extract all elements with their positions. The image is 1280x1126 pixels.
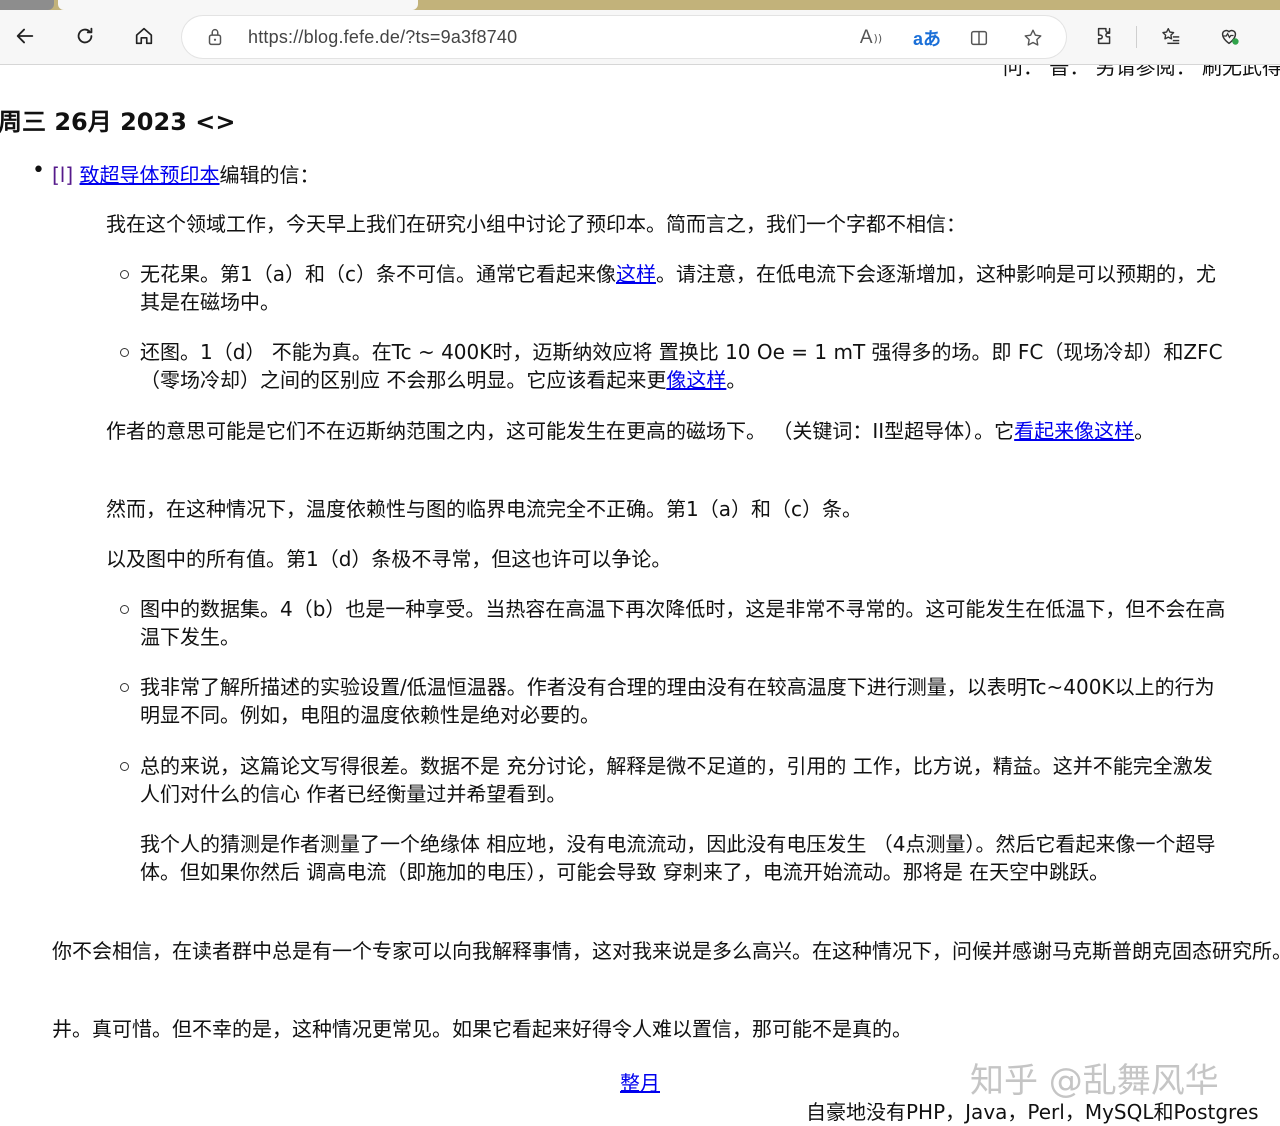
outro-paragraph: 你不会相信，在读者群中总是有一个专家可以向我解释事情，这对我来说是多么高兴。在这… — [52, 939, 1280, 963]
paragraph: 作者的意思可能是它们不在迈斯纳范围之内，这可能发生在更高的磁场下。 （关键词：I… — [106, 417, 1246, 445]
post-bullet: • — [32, 158, 45, 183]
refresh-button[interactable] — [68, 19, 102, 53]
list-item-text: 无花果。第1（a）和（c）条不可信。通常它看起来像 — [140, 262, 616, 286]
date-heading: 周三 26月 2023 <> — [0, 102, 235, 137]
web-page: 问： 普： 另请参阅： 刷无武得 周三 26月 2023 <> • [l] 致超… — [0, 65, 1280, 1126]
list-item: 无花果。第1（a）和（c）条不可信。通常它看起来像这样。请注意，在低电流下会逐渐… — [120, 260, 1230, 316]
translate-label: aあ — [912, 29, 941, 49]
circle-bullet-icon — [120, 762, 129, 771]
read-aloud-label: A — [859, 27, 873, 48]
lock-icon[interactable] — [204, 26, 226, 48]
list-item-continuation: 我个人的猜测是作者测量了一个绝缘体 相应地，没有电流流动，因此没有电压发生 （4… — [140, 832, 1216, 884]
circle-bullet-icon — [120, 683, 129, 692]
circle-bullet-icon — [120, 270, 129, 279]
footer-text: 自豪地没有PHP，Java，Perl，MySQL和Postgres — [806, 1100, 1259, 1124]
intro-paragraph: 我在这个领域工作，今天早上我们在研究小组中讨论了预印本。简而言之，我们一个字都不… — [106, 212, 966, 236]
date-text: 周三 26月 2023 — [0, 108, 187, 136]
inactive-tab[interactable] — [0, 0, 54, 10]
whole-month-link[interactable]: 整月 — [620, 1067, 660, 1096]
back-button[interactable] — [8, 19, 42, 53]
like-this-link[interactable]: 这样 — [616, 262, 656, 286]
list-item: 还图。1（d） 不能为真。在Tc ~ 400K时，迈斯纳效应将 置换比 10 O… — [120, 338, 1230, 394]
paragraph: 以及图中的所有值。第1（d）条极不寻常，但这也许可以争论。 — [106, 547, 672, 571]
url-text[interactable]: https://blog.fefe.de/?ts=9a3f8740 — [248, 27, 517, 48]
favorites-button[interactable] — [1154, 19, 1188, 53]
looks-like-this-link[interactable]: 看起来像这样 — [1014, 419, 1134, 443]
outro-paragraph: 井。真可惜。但不幸的是，这种情况更常见。如果它看起来好得令人难以置信，那可能不是… — [52, 1017, 912, 1041]
permalink[interactable]: [l] — [52, 163, 73, 187]
extensions-button[interactable] — [1088, 19, 1122, 53]
list-item-text: 。 — [726, 368, 747, 392]
list-item: 总的来说，这篇论文写得很差。数据不是 充分讨论，解释是微不足道的，引用的 工作，… — [120, 752, 1230, 808]
paragraph: 然而，在这种情况下，温度依赖性与图的临界电流完全不正确。第1（a）和（c）条。 — [106, 497, 862, 521]
preprint-link[interactable]: 致超导体预印本 — [80, 163, 220, 187]
back-arrow-icon — [16, 28, 34, 44]
address-bar[interactable]: https://blog.fefe.de/?ts=9a3f8740 A)) aあ — [182, 16, 1066, 58]
list-item-text: 我非常了解所描述的实验设置/低温恒温器。作者没有合理的理由没有在较高温度下进行测… — [140, 675, 1215, 727]
favorite-star-icon[interactable] — [1020, 25, 1046, 51]
like-this-link[interactable]: 像这样 — [666, 368, 726, 392]
zhihu-watermark: 知乎 @乱舞风华 — [970, 1061, 1219, 1101]
prev-day-link[interactable]: < — [195, 108, 215, 136]
favorites-list-icon — [1162, 27, 1180, 45]
next-day-link[interactable]: > — [215, 108, 235, 136]
active-tab[interactable] — [58, 0, 418, 10]
translate-icon[interactable]: aあ — [910, 25, 944, 51]
post-head-suffix: 编辑的信： — [219, 163, 320, 187]
list-item-text: 图中的数据集。4（b）也是一种享受。当热容在高温下再次降低时，这是非常不寻常的。… — [140, 597, 1226, 649]
split-screen-icon[interactable] — [966, 25, 992, 51]
sound-waves-icon: )) — [873, 31, 883, 45]
list-item: 图中的数据集。4（b）也是一种享受。当热容在高温下再次降低时，这是非常不寻常的。… — [120, 595, 1230, 651]
tab-strip — [0, 0, 1280, 10]
home-button[interactable] — [127, 19, 161, 53]
browser-essentials-button[interactable] — [1212, 19, 1246, 53]
post-head: [l] 致超导体预印本编辑的信： — [52, 161, 320, 189]
home-icon — [135, 27, 153, 45]
paragraph-text: 。 — [1134, 419, 1155, 443]
refresh-icon — [77, 27, 93, 44]
browser-toolbar: https://blog.fefe.de/?ts=9a3f8740 A)) aあ — [0, 10, 1280, 65]
read-aloud-icon[interactable]: A)) — [858, 25, 884, 51]
list-item: 我非常了解所描述的实验设置/低温恒温器。作者没有合理的理由没有在较高温度下进行测… — [120, 673, 1230, 729]
puzzle-icon — [1097, 27, 1111, 45]
circle-bullet-icon — [120, 348, 129, 357]
heart-pulse-icon — [1221, 29, 1239, 45]
circle-bullet-icon — [120, 605, 129, 614]
toolbar-divider — [1136, 26, 1137, 48]
list-item-text: 总的来说，这篇论文写得很差。数据不是 充分讨论，解释是微不足道的，引用的 工作，… — [140, 754, 1213, 806]
paragraph-text: 作者的意思可能是它们不在迈斯纳范围之内，这可能发生在更高的磁场下。 （关键词：I… — [106, 419, 1015, 443]
top-partial-line: 问： 普： 另请参阅： 刷无武得 — [1002, 65, 1280, 79]
